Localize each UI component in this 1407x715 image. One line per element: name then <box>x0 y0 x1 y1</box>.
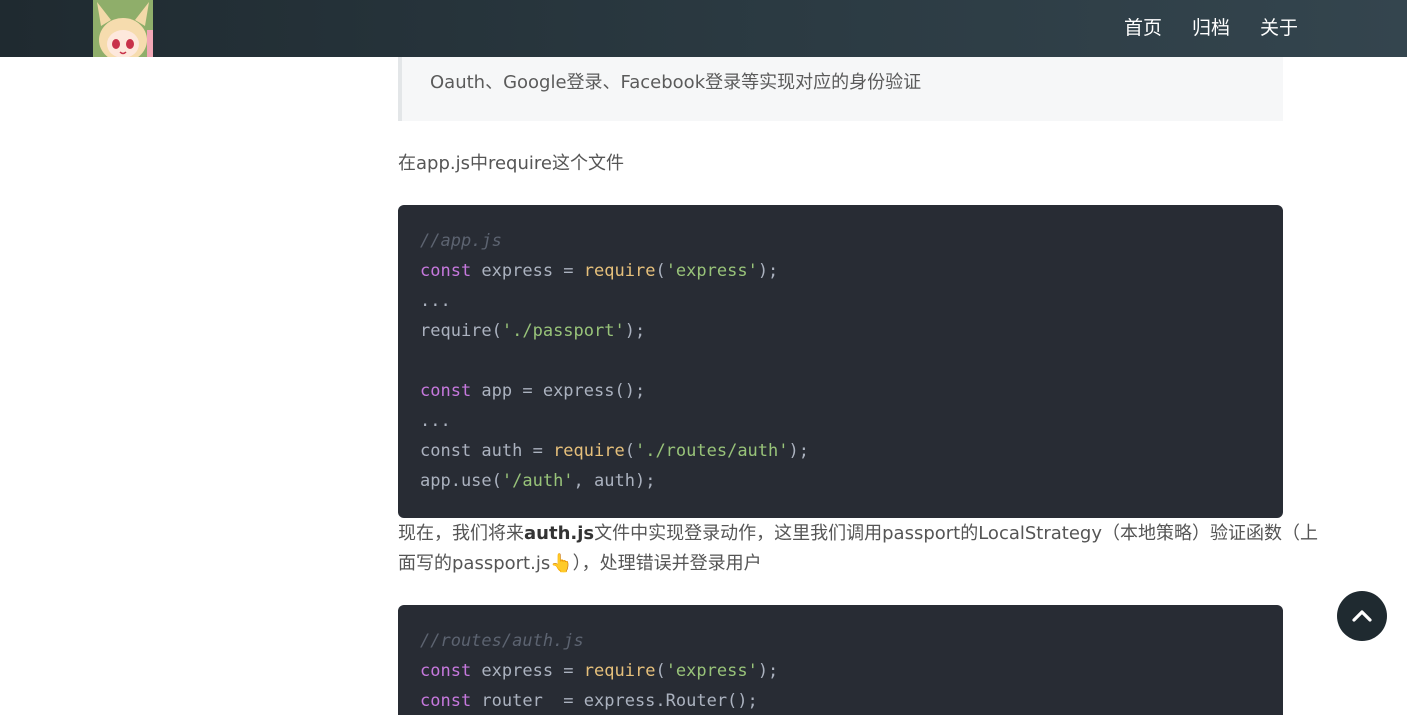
page: Oauth、Google登录、Facebook登录等实现对应的身份验证 在app… <box>0 0 1407 715</box>
code-line: const express = require('express'); <box>420 661 779 681</box>
paragraph: 现在，我们将来auth.js文件中实现登录动作，这里我们调用passport的L… <box>398 523 1318 544</box>
code-line: app.use('/auth', auth); <box>420 471 656 491</box>
code-line: const express = require('express'); <box>420 261 779 281</box>
anime-avatar-logo-icon <box>93 0 153 57</box>
code-line: ... <box>420 411 451 431</box>
paragraph: 在app.js中require这个文件 <box>398 153 624 174</box>
code-line: ... <box>420 291 451 311</box>
code-line: const app = express(); <box>420 381 646 401</box>
code-line: require('./passport'); <box>420 321 646 341</box>
paragraph: 面写的passport.js👆），处理错误并登录用户 <box>398 553 762 574</box>
nav-archive[interactable]: 归档 <box>1192 0 1230 57</box>
chevron-up-icon <box>1352 610 1372 622</box>
code-comment: //app.js <box>420 231 502 251</box>
logo[interactable] <box>93 0 153 57</box>
nav-home[interactable]: 首页 <box>1124 0 1162 57</box>
code-block-app-js: //app.js const express = require('expres… <box>398 205 1283 518</box>
pointing-up-icon: 👆 <box>550 553 573 574</box>
code-line: const router = express.Router(); <box>420 691 758 711</box>
nav-links: 首页 归档 关于 <box>1124 0 1298 57</box>
blockquote-text: Oauth、Google登录、Facebook登录等实现对应的身份验证 <box>430 72 922 93</box>
code-line: const auth = require('./routes/auth'); <box>420 441 809 461</box>
back-to-top-button[interactable] <box>1337 591 1387 641</box>
code-block-auth-js: //routes/auth.js const express = require… <box>398 605 1283 715</box>
code-comment: //routes/auth.js <box>420 631 584 651</box>
navbar: 首页 归档 关于 <box>0 0 1407 57</box>
nav-about[interactable]: 关于 <box>1260 0 1298 57</box>
